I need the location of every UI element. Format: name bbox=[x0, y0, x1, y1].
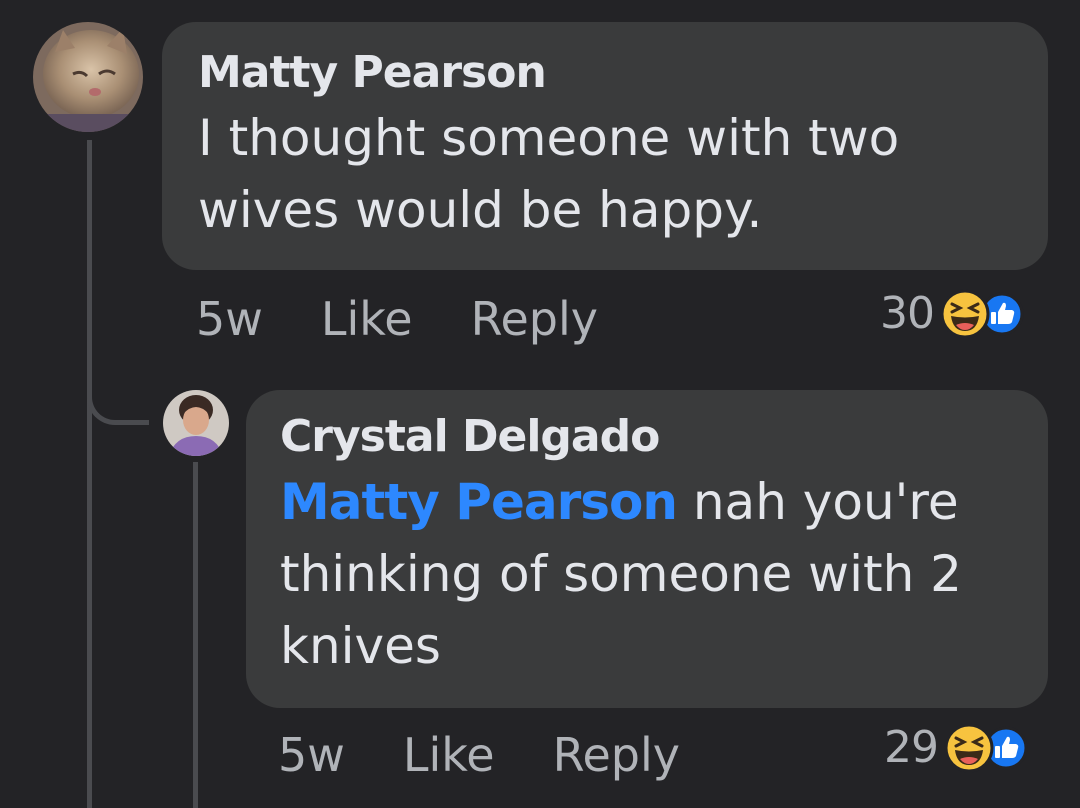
comment-text-line: I thought someone with two bbox=[198, 109, 900, 167]
comment-reactions[interactable]: 30 bbox=[880, 288, 1024, 339]
reply-actions: 5w Like Reply bbox=[278, 728, 738, 782]
comment-reaction-count: 30 bbox=[880, 288, 935, 339]
reply-bubble: Crystal Delgado Matty Pearson nah you're… bbox=[246, 390, 1048, 708]
reply-text-line: thinking of someone with 2 bbox=[280, 545, 962, 603]
reply-mention-link[interactable]: Matty Pearson bbox=[280, 473, 678, 531]
thread-line bbox=[87, 140, 92, 808]
comment-timestamp[interactable]: 5w bbox=[196, 292, 263, 346]
haha-icon bbox=[940, 289, 990, 338]
thread-elbow-connector bbox=[87, 380, 149, 425]
comment-bubble: Matty Pearson I thought someone with two… bbox=[162, 22, 1048, 270]
comment-author-name[interactable]: Matty Pearson bbox=[198, 44, 1012, 102]
reply-thread-line bbox=[193, 462, 198, 808]
haha-icon bbox=[944, 723, 994, 772]
reply-reaction-count: 29 bbox=[884, 722, 939, 773]
avatar-crystal-delgado[interactable] bbox=[163, 390, 229, 456]
avatar-matty-pearson[interactable] bbox=[33, 22, 143, 132]
reply-text-line: knives bbox=[280, 617, 441, 675]
reply-reply-button[interactable]: Reply bbox=[553, 728, 680, 782]
reply-text-fragment: nah you're bbox=[676, 473, 959, 531]
comment-reply-button[interactable]: Reply bbox=[471, 292, 598, 346]
reply-text-line: Matty Pearson nah you're bbox=[280, 466, 1014, 538]
reply-text: Matty Pearson nah you're thinking of som… bbox=[280, 466, 1014, 682]
reply-like-button[interactable]: Like bbox=[403, 728, 495, 782]
reply-timestamp[interactable]: 5w bbox=[278, 728, 345, 782]
comment-text-line: wives would be happy. bbox=[198, 181, 763, 239]
reply-reactions[interactable]: 29 bbox=[884, 722, 1028, 773]
comment-thread: Matty Pearson I thought someone with two… bbox=[0, 0, 1080, 808]
reply-author-name[interactable]: Crystal Delgado bbox=[280, 408, 1014, 466]
comment-like-button[interactable]: Like bbox=[321, 292, 413, 346]
comment-text: I thought someone with two wives would b… bbox=[198, 102, 1012, 246]
comment-actions: 5w Like Reply bbox=[196, 292, 656, 346]
